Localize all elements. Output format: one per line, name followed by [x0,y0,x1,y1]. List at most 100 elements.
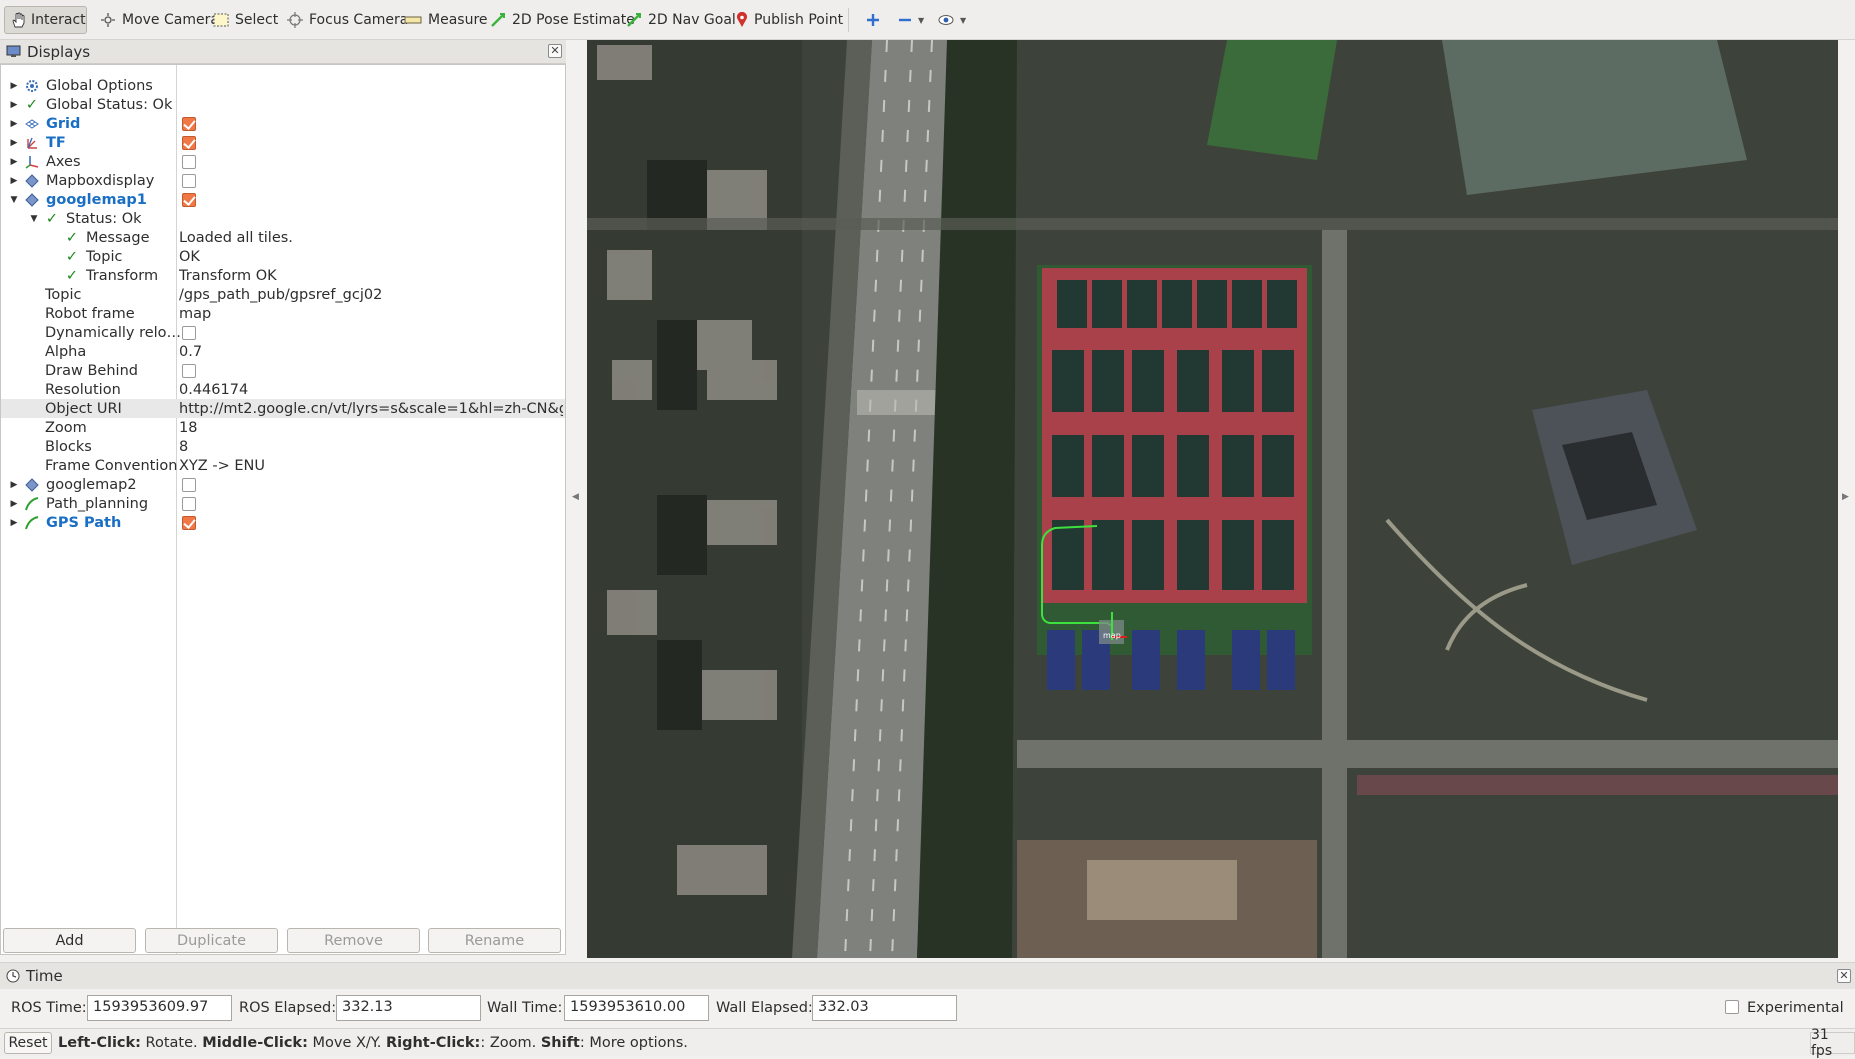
wall-time-field[interactable]: 1593953610.00 [564,995,709,1021]
enable-checkbox[interactable] [182,135,196,150]
tree-value[interactable]: 0.446174 [179,382,563,398]
tree-row-draw-behind[interactable]: Draw Behind [1,361,565,380]
panel-splitter[interactable]: ◀ [566,40,587,960]
tree-row-alpha[interactable]: Alpha 0.7 [1,342,565,361]
publish-point-button[interactable]: Publish Point [730,6,849,34]
tree-row-axes[interactable]: ▶ Axes [1,152,565,171]
tree-row-grid[interactable]: ▶ Grid [1,114,565,133]
close-icon[interactable]: ✕ [548,44,562,58]
enable-checkbox[interactable] [182,515,196,530]
expand-arrow-icon[interactable]: ▶ [9,157,19,167]
add-tool-button[interactable] [860,6,886,34]
remove-tool-button[interactable]: ▼ [892,6,930,34]
experimental-checkbox[interactable] [1725,1000,1739,1014]
measure-button[interactable]: Measure [398,6,494,34]
tree-row-topic-status[interactable]: ✓ Topic OK [1,247,565,266]
duplicate-display-button[interactable]: Duplicate [145,928,278,953]
tree-value[interactable]: map [179,306,563,322]
enable-checkbox[interactable] [182,496,196,511]
tree-label: Path_planning [46,495,149,512]
right-splitter[interactable]: ▶ [1838,40,1855,958]
tree-row-robot-frame[interactable]: Robot frame map [1,304,565,323]
map-frame-label: map [1103,631,1121,640]
enable-checkbox[interactable] [182,116,196,131]
measure-label: Measure [428,12,488,28]
focus-camera-label: Focus Camera [309,12,409,28]
view-options-button[interactable]: ▼ [932,6,972,34]
enable-checkbox[interactable] [182,192,196,207]
property-checkbox[interactable] [182,363,196,378]
collapse-arrow-icon[interactable]: ▼ [9,195,19,205]
tree-row-gps-path[interactable]: ▶ GPS Path [1,513,565,532]
tree-value[interactable]: /gps_path_pub/gpsref_gcj02 [179,287,563,303]
tree-label: Zoom [45,419,87,436]
enable-checkbox[interactable] [182,173,196,188]
tree-row-topic[interactable]: Topic /gps_path_pub/gpsref_gcj02 [1,285,565,304]
reset-button[interactable]: Reset [4,1032,52,1054]
interact-tool-button[interactable]: Interact [4,6,87,34]
hint-middle-click: Middle-Click: [202,1035,308,1051]
rename-display-button[interactable]: Rename [428,928,561,953]
tree-row-object-uri[interactable]: Object URI http://mt2.google.cn/vt/lyrs=… [1,399,565,418]
expand-arrow-icon[interactable]: ▶ [9,119,19,129]
hint-middle-click-action: Move X/Y. [307,1035,386,1051]
nav-goal-button[interactable]: 2D Nav Goal [620,6,742,34]
expand-arrow-icon[interactable]: ▶ [9,100,19,110]
enable-checkbox[interactable] [182,154,196,169]
pose-estimate-button[interactable]: 2D Pose Estimate [484,6,641,34]
collapse-right-icon[interactable]: ▶ [1842,492,1849,502]
tree-row-tf[interactable]: ▶ TF [1,133,565,152]
collapse-left-icon[interactable]: ◀ [572,492,579,502]
tree-label: Dynamically relo… [45,324,182,341]
select-button[interactable]: Select [207,6,284,34]
select-label: Select [235,12,279,28]
move-camera-button[interactable]: Move Camera [94,6,225,34]
tree-row-blocks[interactable]: Blocks 8 [1,437,565,456]
expand-arrow-icon[interactable]: ▶ [9,518,19,528]
mouse-hint: Left-Click: Rotate. Middle-Click: Move X… [58,1035,688,1051]
expand-arrow-icon[interactable]: ▶ [9,81,19,91]
tree-row-googlemap2[interactable]: ▶ googlemap2 [1,475,565,494]
remove-display-button[interactable]: Remove [287,928,420,953]
tree-row-dynamically-reload[interactable]: Dynamically relo… [1,323,565,342]
focus-camera-button[interactable]: Focus Camera [281,6,414,34]
tree-value[interactable]: XYZ -> ENU [179,458,563,474]
wall-elapsed-field[interactable]: 332.03 [812,995,957,1021]
tree-row-zoom[interactable]: Zoom 18 [1,418,565,437]
tree-row-path-planning[interactable]: ▶ Path_planning [1,494,565,513]
property-checkbox[interactable] [182,325,196,340]
ros-elapsed-field[interactable]: 332.13 [336,995,481,1021]
close-icon[interactable]: ✕ [1837,969,1851,983]
move-camera-icon [101,13,115,27]
tree-row-transform[interactable]: ✓ Transform Transform OK [1,266,565,285]
tree-row-mapboxdisplay[interactable]: ▶ Mapboxdisplay [1,171,565,190]
expand-arrow-icon[interactable]: ▶ [9,138,19,148]
tree-row-frame-convention[interactable]: Frame Convention XYZ -> ENU [1,456,565,475]
check-icon: ✓ [25,96,39,113]
tree-row-global-options[interactable]: ▶ Global Options [1,76,565,95]
tree-label: Topic [86,248,123,265]
3d-render-view[interactable]: map [587,40,1838,958]
publish-point-label: Publish Point [754,12,844,28]
tree-value[interactable]: 18 [179,420,563,436]
toolbar: Interact Move Camera Select Focus Camera… [0,0,1855,40]
map-pin-icon [737,12,747,27]
ros-time-field[interactable]: 1593953609.97 [87,995,232,1021]
tree-value[interactable]: 0.7 [179,344,563,360]
add-display-button[interactable]: Add [3,928,136,953]
enable-checkbox[interactable] [182,477,196,492]
expand-arrow-icon[interactable]: ▶ [9,176,19,186]
expand-arrow-icon[interactable]: ▶ [9,499,19,509]
collapse-arrow-icon[interactable]: ▼ [29,214,39,224]
hint-right-click-action: : Zoom. [480,1035,541,1051]
tree-value[interactable]: 8 [179,439,563,455]
tree-row-googlemap1[interactable]: ▼ googlemap1 [1,190,565,209]
tree-row-message[interactable]: ✓ Message Loaded all tiles. [1,228,565,247]
satellite-map[interactable] [587,40,1838,958]
tree-row-resolution[interactable]: Resolution 0.446174 [1,380,565,399]
tree-row-global-status[interactable]: ▶ ✓ Global Status: Ok [1,95,565,114]
tree-row-status[interactable]: ▼ ✓ Status: Ok [1,209,565,228]
expand-arrow-icon[interactable]: ▶ [9,480,19,490]
tree-label: TF [46,134,66,151]
tree-value[interactable]: http://mt2.google.cn/vt/lyrs=s&scale=1&h… [179,401,563,417]
